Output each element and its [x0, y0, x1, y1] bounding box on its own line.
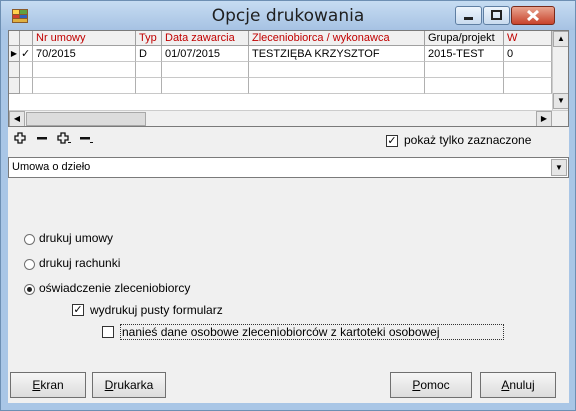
- empty-cell: [504, 62, 552, 78]
- add-record-icon: [14, 132, 26, 144]
- show-checked-label[interactable]: pokaż tylko zaznaczone: [404, 133, 531, 147]
- radio-drukuj-umowy-label[interactable]: drukuj umowy: [39, 231, 113, 245]
- close-button[interactable]: [511, 6, 555, 25]
- document-type-value: Umowa o dzieło: [12, 161, 91, 173]
- empty-cell: [20, 62, 33, 78]
- row-indicator: [9, 78, 20, 94]
- empty-cell: [136, 62, 162, 78]
- empty-cell: [136, 78, 162, 94]
- grid-check-header: [20, 31, 33, 46]
- column-header-w[interactable]: W: [504, 31, 552, 46]
- pomoc-button[interactable]: Pomoc: [390, 372, 472, 398]
- vertical-scrollbar[interactable]: ▲ ▼: [552, 31, 568, 111]
- contracts-grid[interactable]: Nr umowy Typ Data zawarcia Zleceniobiorc…: [8, 30, 569, 127]
- empty-cell: [162, 62, 249, 78]
- dialog-window: Opcje drukowania Nr umowy Typ Data zawar…: [0, 0, 576, 411]
- ekran-button[interactable]: Ekran: [10, 372, 86, 398]
- checkbox-dane-osobowe[interactable]: [102, 326, 114, 338]
- empty-cell: [33, 78, 136, 94]
- scroll-down-icon[interactable]: ▼: [553, 93, 568, 109]
- empty-cell: [425, 62, 504, 78]
- add-record-button[interactable]: [10, 130, 30, 150]
- insert-record-button[interactable]: [54, 130, 74, 150]
- anuluj-button[interactable]: Anuluj: [480, 372, 556, 398]
- checkbox-dane-osobowe-label[interactable]: nanieś dane osobowe zleceniobiorców z ka…: [122, 325, 440, 339]
- minimize-button[interactable]: [455, 6, 482, 25]
- column-header-data-zawarcia[interactable]: Data zawarcia: [162, 31, 249, 46]
- empty-cell: [425, 78, 504, 94]
- scroll-left-icon[interactable]: ◀: [9, 111, 25, 126]
- cell-w[interactable]: 0: [504, 46, 552, 62]
- show-checked-checkbox[interactable]: ✓: [386, 135, 398, 147]
- radio-drukuj-rachunki-label[interactable]: drukuj rachunki: [39, 256, 120, 270]
- cell-grupa-projekt[interactable]: 2015-TEST: [425, 46, 504, 62]
- post-record-button[interactable]: [76, 130, 96, 150]
- radio-oswiadczenie[interactable]: [24, 284, 35, 295]
- row-indicator-icon: ▶: [9, 46, 20, 62]
- post-record-icon: [80, 137, 93, 143]
- insert-record-icon: [57, 132, 71, 144]
- scroll-right-icon[interactable]: ▶: [536, 111, 552, 126]
- horizontal-scrollbar[interactable]: ◀ ▶: [9, 110, 568, 126]
- cell-zleceniobiorca[interactable]: TESTZIĘBA KRZYSZTOF: [249, 46, 425, 62]
- maximize-button[interactable]: [483, 6, 510, 25]
- drukarka-button[interactable]: Drukarka: [92, 372, 166, 398]
- empty-cell: [504, 78, 552, 94]
- empty-cell: [33, 62, 136, 78]
- checkbox-pusty-formularz[interactable]: ✓: [72, 304, 84, 316]
- chevron-down-icon[interactable]: ▼: [551, 159, 567, 176]
- radio-oswiadczenie-label[interactable]: oświadczenie zleceniobiorcy: [39, 281, 190, 295]
- ekran-label: kran: [40, 378, 64, 392]
- dialog-body: Nr umowy Typ Data zawarcia Zleceniobiorc…: [8, 30, 569, 403]
- radio-selected-dot: [27, 287, 32, 292]
- column-header-typ[interactable]: Typ: [136, 31, 162, 46]
- radio-drukuj-umowy[interactable]: [24, 234, 35, 245]
- column-header-zleceniobiorca[interactable]: Zleceniobiorca / wykonawca: [249, 31, 425, 46]
- grid-corner-header: [9, 31, 20, 46]
- row-check[interactable]: ✓: [20, 46, 33, 62]
- scroll-thumb[interactable]: [26, 112, 146, 126]
- document-type-select[interactable]: Umowa o dzieło ▼: [8, 157, 569, 178]
- anuluj-label: nuluj: [509, 378, 535, 392]
- empty-cell: [20, 78, 33, 94]
- row-indicator: [9, 62, 20, 78]
- cell-typ[interactable]: D: [136, 46, 162, 62]
- column-header-grupa-projekt[interactable]: Grupa/projekt: [425, 31, 504, 46]
- empty-cell: [249, 62, 425, 78]
- minimize-icon: [464, 17, 473, 20]
- delete-record-icon: [37, 137, 47, 140]
- maximize-icon: [491, 10, 502, 20]
- delete-record-button[interactable]: [32, 130, 52, 150]
- checkbox-pusty-formularz-label[interactable]: wydrukuj pusty formularz: [90, 303, 223, 317]
- empty-cell: [249, 78, 425, 94]
- drukarka-label: rukarka: [113, 378, 154, 392]
- pomoc-label: omoc: [420, 378, 450, 392]
- empty-cell: [162, 78, 249, 94]
- radio-drukuj-rachunki[interactable]: [24, 259, 35, 270]
- title-bar[interactable]: Opcje drukowania: [1, 1, 575, 30]
- cell-nr-umowy[interactable]: 70/2015: [33, 46, 136, 62]
- cell-data-zawarcia[interactable]: 01/07/2015: [162, 46, 249, 62]
- scroll-up-icon[interactable]: ▲: [553, 31, 568, 47]
- close-icon: [526, 9, 540, 22]
- column-header-nr-umowy[interactable]: Nr umowy: [33, 31, 136, 46]
